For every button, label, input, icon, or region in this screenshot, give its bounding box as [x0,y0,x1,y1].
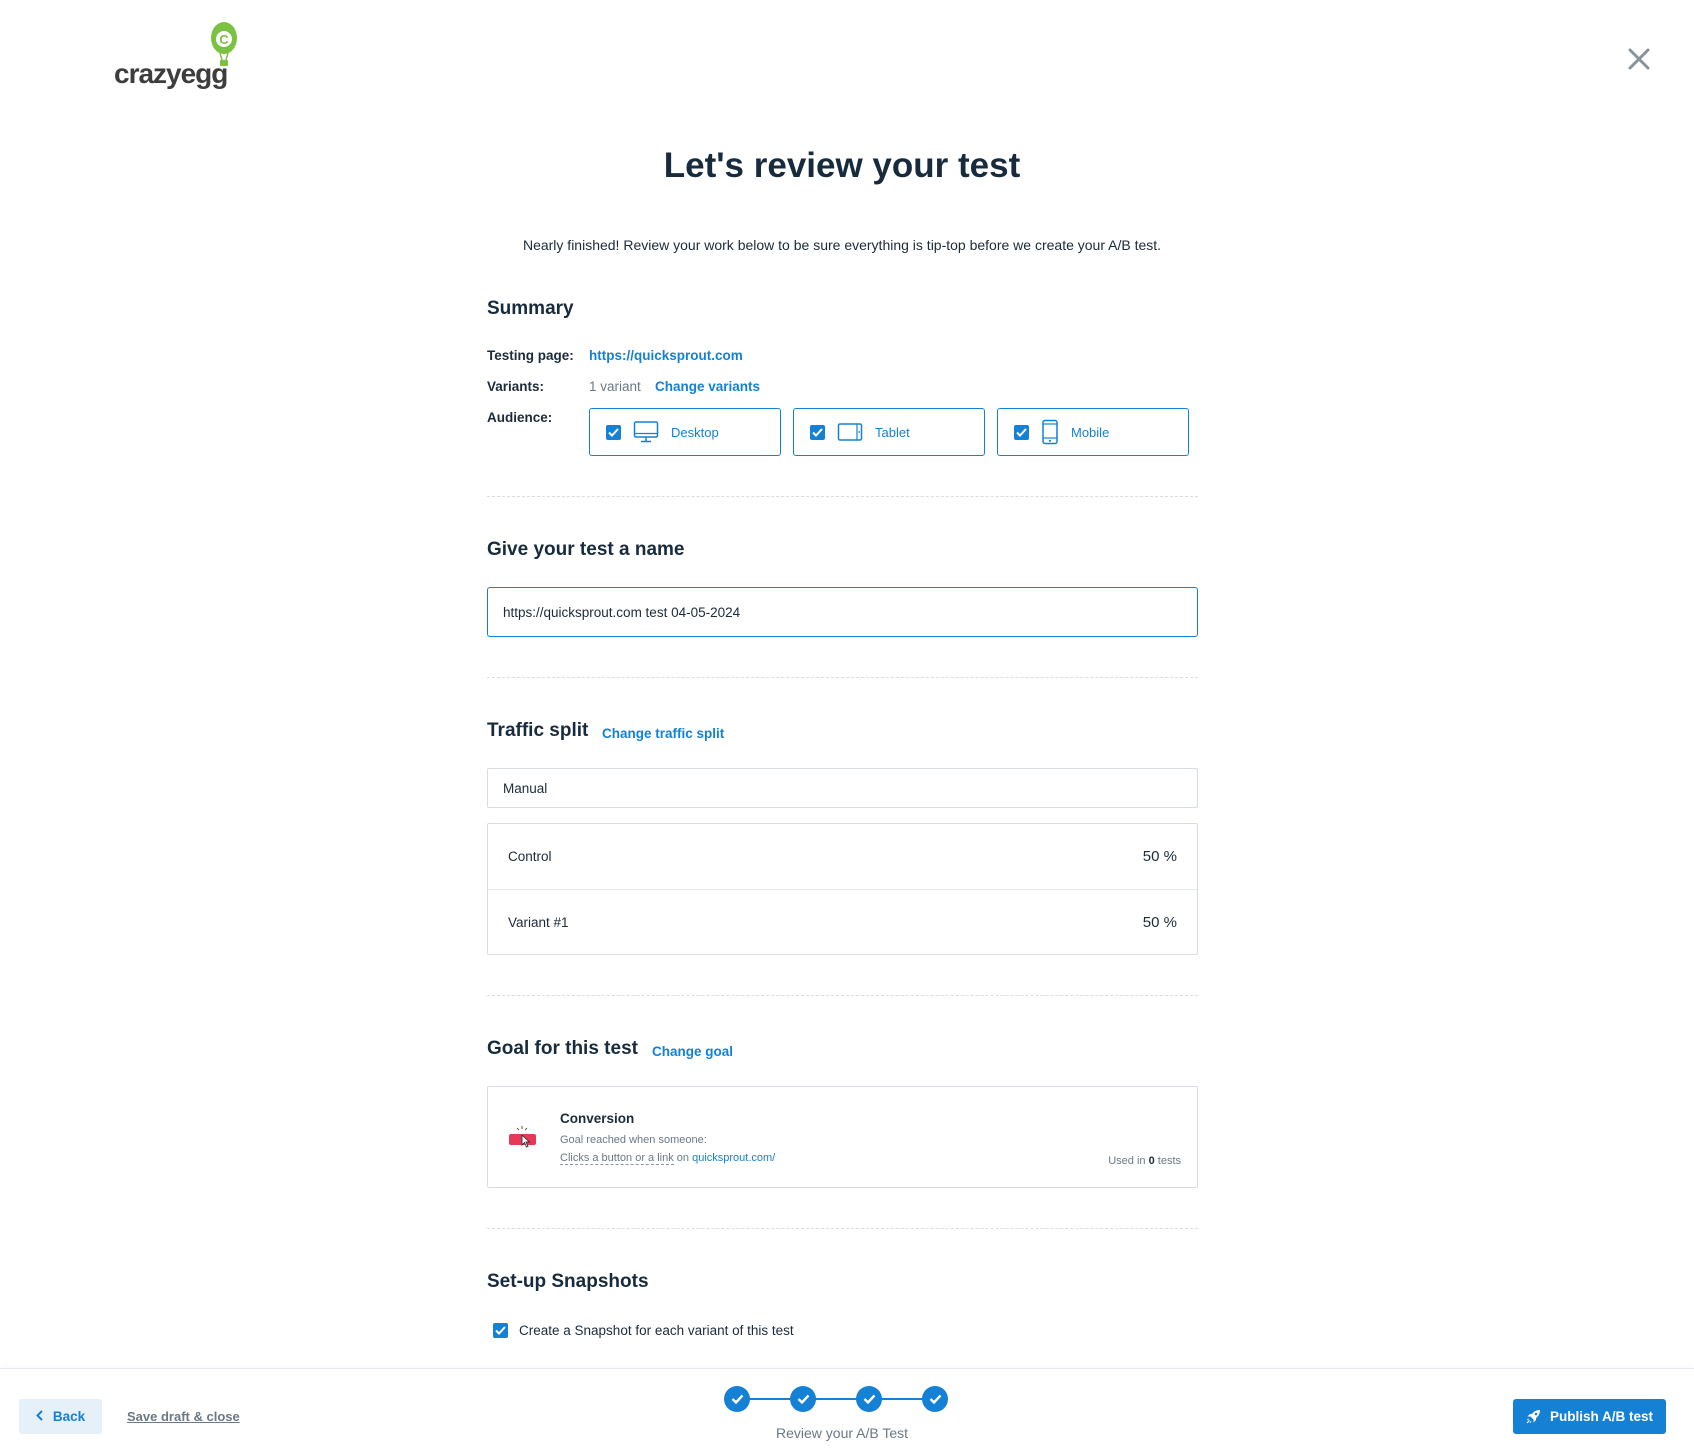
split-row-label: Control [508,849,552,864]
step-1-complete [724,1386,750,1412]
traffic-split-table: Control 50 % Variant #1 50 % [487,823,1198,955]
section-divider [487,677,1198,678]
goal-on-text: on [676,1152,690,1164]
step-4-complete [922,1386,948,1412]
desktop-icon [633,420,659,444]
tablet-icon [837,422,863,442]
logo-text: crazyegg [114,58,228,89]
publish-ab-test-button[interactable]: Publish A/B test [1513,1399,1666,1434]
goal-description: Goal reached when someone: [560,1134,707,1146]
goal-url: quicksprout.com/ [692,1152,776,1164]
step-connector [814,1398,858,1400]
back-button-label: Back [52,1409,86,1424]
crazyegg-logo: C crazyegg [114,20,244,90]
desktop-label: Desktop [671,424,719,440]
audience-label: Audience: [487,410,553,425]
goal-condition: Clicks a button or a link on quicksprout… [560,1152,776,1165]
traffic-split-heading: Traffic split [487,720,589,741]
split-row-percent: 50 % [1142,913,1177,931]
tablet-label: Tablet [875,424,910,440]
goal-used-count: 0 [1148,1155,1155,1167]
publish-button-label: Publish A/B test [1549,1409,1653,1424]
check-icon [812,427,823,437]
testing-page-link[interactable]: https://quicksprout.com [589,348,743,363]
mobile-label: Mobile [1071,424,1110,440]
save-draft-close-link[interactable]: Save draft & close [127,1409,240,1424]
goal-card: Conversion Goal reached when someone: Cl… [487,1086,1198,1188]
change-variants-link[interactable]: Change variants [655,379,760,394]
mobile-icon [1041,419,1059,445]
step-2-complete [790,1386,816,1412]
check-icon [495,1326,506,1335]
change-traffic-split-link[interactable]: Change traffic split [602,726,724,741]
goal-usage: Used in 0 tests [1108,1155,1181,1167]
click-button-icon [508,1125,538,1158]
section-divider [487,995,1198,996]
section-divider [487,1228,1198,1229]
snapshot-checkbox[interactable] [493,1323,508,1338]
snapshot-checkbox-label: Create a Snapshot for each variant of th… [519,1323,794,1338]
tablet-checkbox[interactable] [810,424,825,440]
test-name-heading: Give your test a name [487,539,685,560]
check-icon [797,1394,809,1404]
split-row-variant-1: Variant #1 50 % [488,889,1197,954]
audience-mobile-option[interactable]: Mobile [997,408,1189,456]
goal-heading: Goal for this test [487,1038,638,1059]
audience-tablet-option[interactable]: Tablet [793,408,985,456]
variants-label: Variants: [487,379,545,394]
summary-heading: Summary [487,298,574,319]
goal-action: Clicks a button or a link [560,1152,674,1165]
close-icon [1628,48,1650,70]
snapshot-option[interactable]: Create a Snapshot for each variant of th… [493,1323,794,1338]
traffic-split-mode-value: Manual [503,780,548,796]
section-divider [487,496,1198,497]
footer-bar: Back Save draft & close Review your A/B … [0,1368,1694,1451]
goal-used-prefix: Used in [1108,1155,1146,1167]
goal-used-suffix: tests [1157,1155,1181,1167]
check-icon [608,427,619,437]
split-row-control: Control 50 % [488,824,1197,889]
page-subtitle: Nearly finished! Review your work below … [522,237,1162,253]
step-connector [748,1398,792,1400]
close-button[interactable] [1626,46,1652,72]
split-row-percent: 50 % [1142,848,1177,865]
check-icon [863,1394,875,1404]
svg-text:C: C [219,32,229,47]
check-icon [1016,427,1027,437]
snapshots-heading: Set-up Snapshots [487,1271,649,1292]
page-title: Let's review your test [663,146,1021,185]
check-icon [731,1394,743,1404]
step-connector [880,1398,924,1400]
test-name-input[interactable] [487,587,1198,637]
goal-title: Conversion [560,1111,635,1126]
step-caption: Review your A/B Test [775,1425,909,1441]
variants-count: 1 variant [589,379,641,394]
mobile-checkbox[interactable] [1014,424,1029,440]
testing-page-label: Testing page: [487,348,574,363]
traffic-split-mode: Manual [487,768,1198,808]
step-3-complete [856,1386,882,1412]
audience-desktop-option[interactable]: Desktop [589,408,781,456]
split-row-label: Variant #1 [508,914,569,930]
chevron-left-icon [35,1409,43,1424]
progress-stepper [724,1386,948,1412]
rocket-icon [1526,1410,1540,1424]
change-goal-link[interactable]: Change goal [652,1044,733,1059]
check-icon [929,1394,941,1404]
desktop-checkbox[interactable] [606,424,621,440]
